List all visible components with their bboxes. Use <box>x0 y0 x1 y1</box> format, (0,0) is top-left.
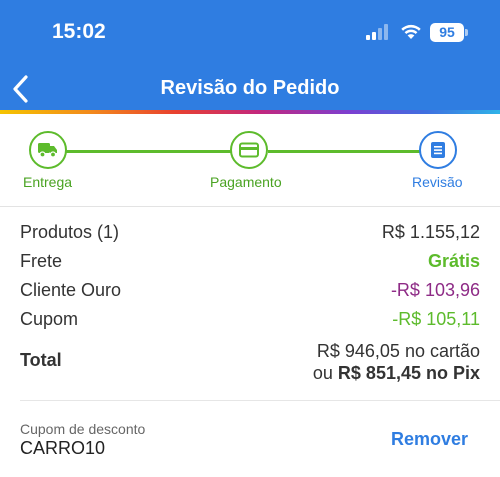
step-revisao[interactable] <box>419 131 457 169</box>
signal-icon <box>366 24 388 40</box>
step-entrega[interactable] <box>29 131 67 169</box>
summary-label: Cliente Ouro <box>20 280 122 300</box>
summary-row-frete: Frete Grátis <box>20 251 480 280</box>
step-label-entrega: Entrega <box>23 174 73 190</box>
summary-value: R$ 1.155,12 <box>381 222 480 242</box>
total-card-line: R$ 946,05 no cartão <box>316 341 480 361</box>
summary-row-cupom: Cupom -R$ 105,11 <box>20 309 480 338</box>
coupon-caption: Cupom de desconto <box>20 421 146 437</box>
remove-coupon-button[interactable]: Remover <box>391 429 468 450</box>
step-pagamento[interactable] <box>230 131 268 169</box>
summary-value: -R$ 105,11 <box>392 309 480 329</box>
summary-row-cliente-ouro: Cliente Ouro -R$ 103,96 <box>20 280 480 309</box>
wifi-icon <box>401 24 421 39</box>
summary-row-total: Total R$ 946,05 no cartão ou R$ 851,45 n… <box>20 340 480 384</box>
summary-label: Frete <box>20 251 63 271</box>
divider <box>0 206 500 207</box>
step-label-pagamento: Pagamento <box>210 174 282 190</box>
total-pix-value: R$ 851,45 no Pix <box>337 363 480 383</box>
stepper-line-2 <box>268 150 420 153</box>
battery-level: 95 <box>439 24 455 40</box>
status-time: 15:02 <box>52 20 106 43</box>
total-values: R$ 946,05 no cartão ou R$ 851,45 no Pix <box>313 340 480 384</box>
truck-icon <box>38 143 57 158</box>
summary-value: Grátis <box>427 251 480 271</box>
stepper-line-1 <box>62 150 232 153</box>
battery-nub <box>465 29 468 36</box>
app-header: 15:02 95 Revisão do Pedido <box>0 0 500 114</box>
battery-icon: 95 <box>430 23 464 42</box>
checkout-stepper: Entrega Pagamento Revisão <box>0 114 500 208</box>
document-icon <box>431 142 445 158</box>
step-label-revisao: Revisão <box>412 174 463 190</box>
divider <box>20 400 500 401</box>
summary-value: -R$ 103,96 <box>390 280 480 300</box>
summary-row-produtos: Produtos (1) R$ 1.155,12 <box>20 222 480 251</box>
total-pix-line: ou R$ 851,45 no Pix <box>313 362 480 384</box>
summary-label: Cupom <box>20 309 79 329</box>
page-title: Revisão do Pedido <box>160 77 340 99</box>
total-pix-prefix: ou <box>312 363 333 383</box>
summary-label: Produtos (1) <box>20 222 120 242</box>
total-label: Total <box>20 350 62 370</box>
coupon-code: CARRO10 <box>20 438 106 458</box>
card-icon <box>239 142 259 158</box>
order-summary: Produtos (1) R$ 1.155,12 Frete Grátis Cl… <box>20 222 480 384</box>
